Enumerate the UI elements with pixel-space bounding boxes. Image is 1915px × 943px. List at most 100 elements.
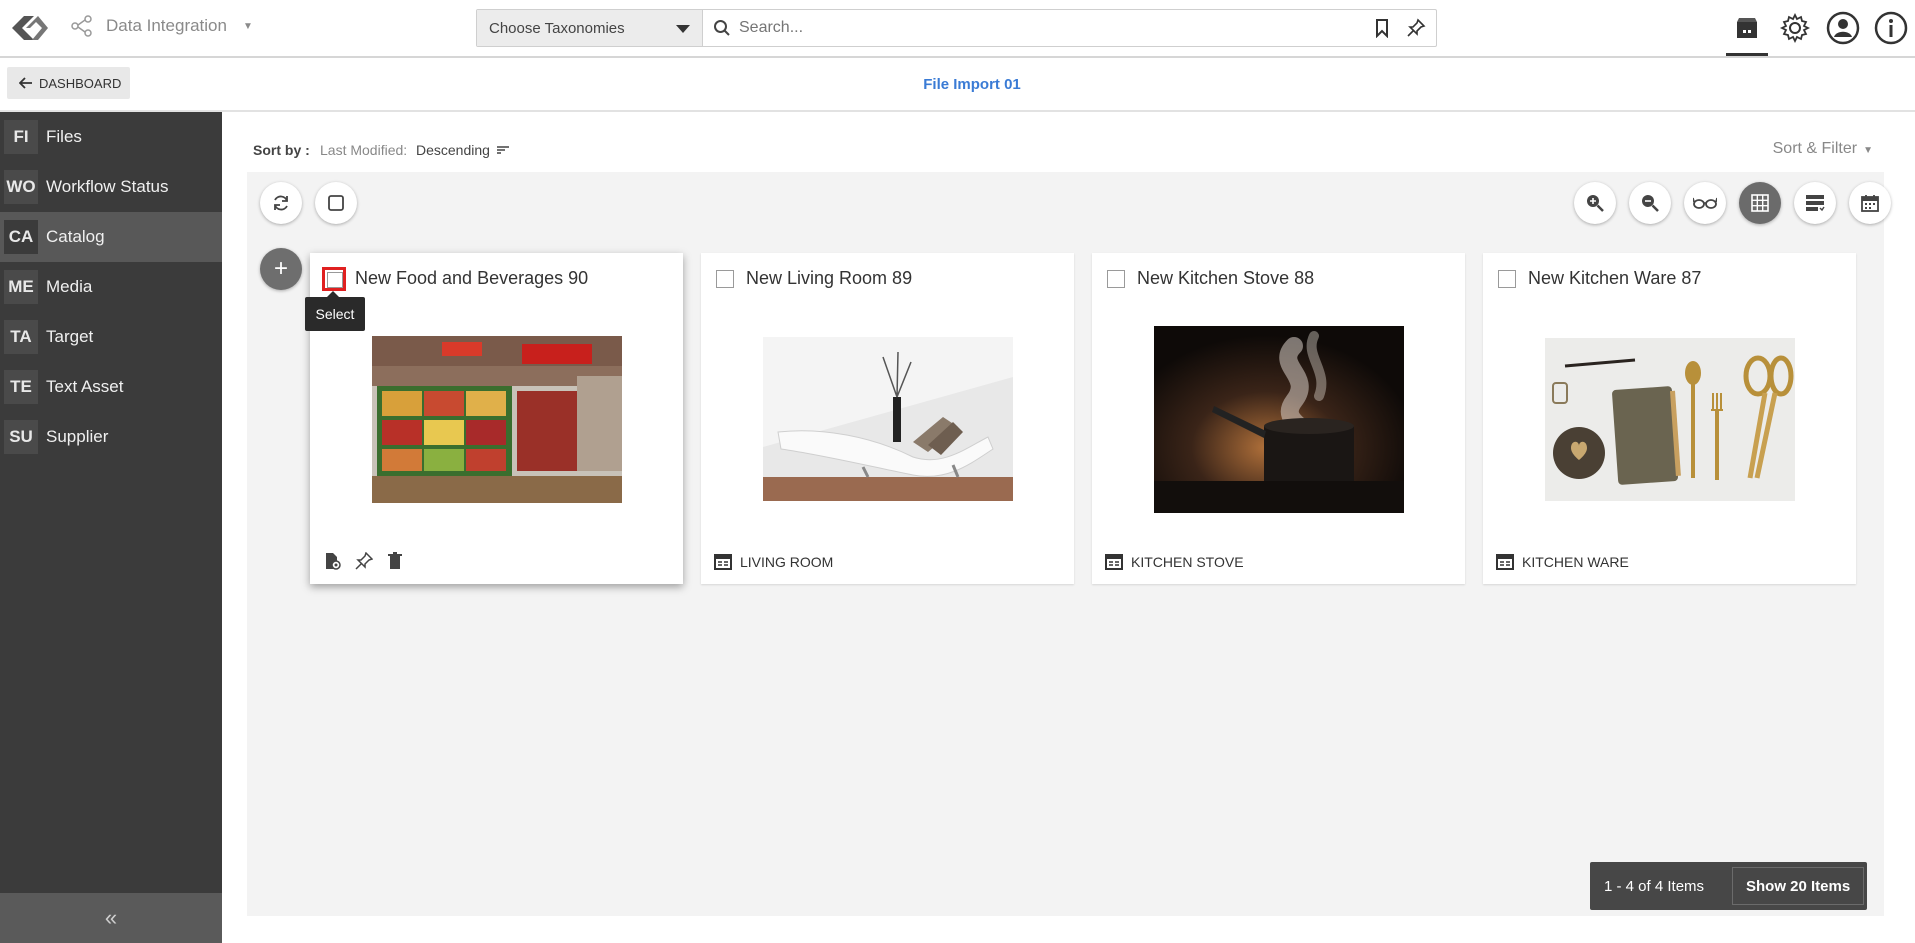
main-content: Sort by : Last Modified: Descending Sort… [234,124,1903,934]
card-select-checkbox[interactable] [1107,270,1125,288]
trash-icon[interactable] [387,552,403,570]
card-category: LIVING ROOM [714,554,833,570]
grid-view-icon [1751,194,1769,212]
card-title: New Food and Beverages 90 [355,268,589,288]
pin-icon[interactable] [1406,18,1426,38]
app-switcher[interactable]: Data Integration ▼ [70,14,253,38]
card-select-checkbox[interactable] [716,270,734,288]
steaming-pot-photo [1154,326,1404,513]
sidebar-item-abbr: SU [4,420,38,454]
sidebar-item-label: Workflow Status [46,177,169,196]
sort-field[interactable]: Last Modified: [320,142,407,158]
sidebar-item-label: Text Asset [46,377,124,396]
asset-card[interactable]: New Kitchen Ware 87 KITCHEN WARE [1483,253,1856,584]
user-profile-icon[interactable] [1819,0,1867,56]
file-properties-icon[interactable] [323,552,341,570]
item-count: 1 - 4 of 4 Items [1604,877,1705,895]
select-tooltip: Select [305,291,365,331]
show-items-button[interactable]: Show 20 Items [1732,867,1865,905]
zoom-out-icon [1642,195,1659,212]
add-item-button[interactable]: + [260,248,302,290]
catalog-item-icon [714,554,732,570]
chevron-down-icon: ▼ [242,20,253,32]
refresh-icon [274,195,288,211]
sort-bar: Sort by : Last Modified: Descending Sort… [234,124,1903,172]
sidebar-item-label: Media [46,277,93,296]
sidebar-item-abbr: TA [4,320,38,354]
card-title: New Kitchen Ware 87 [1528,268,1702,288]
sort-direction[interactable]: Descending [416,142,510,158]
sidebar-item-label: Catalog [46,227,105,246]
card-title: New Living Room 89 [746,268,913,288]
category-label: LIVING ROOM [740,554,834,570]
asset-grid: + New Food and Beverages 90 New Living R… [247,172,1891,916]
pagination: 1 - 4 of 4 Items Show 20 Items [1590,862,1867,910]
sort-filter-label: Sort & Filter [1772,140,1858,157]
integration-icon [71,15,92,37]
app-name: Data Integration [106,16,227,35]
sidebar-item-workflow-status[interactable]: WO Workflow Status [0,162,222,212]
app-logo-icon[interactable] [4,8,52,48]
chevron-down-icon: ▼ [1863,145,1873,156]
sidebar-item-label: Supplier [46,427,109,446]
refresh-button[interactable] [260,182,302,224]
top-bar: Data Integration ▼ Choose Taxonomies [0,0,1915,58]
catalog-item-icon [1496,554,1514,570]
list-view-icon [1806,195,1825,212]
sidebar-item-label: Target [46,327,94,346]
glasses-icon [1693,197,1717,209]
calendar-view-button[interactable] [1849,182,1891,224]
asset-card[interactable]: New Kitchen Stove 88 KITCHEN STOVE [1092,253,1465,584]
card-select-checkbox[interactable] [1498,270,1516,288]
asset-card[interactable]: New Food and Beverages 90 [310,253,683,584]
sidebar-item-abbr: WO [4,170,38,204]
pin-icon[interactable] [355,552,373,570]
sidebar-item-target[interactable]: TA Target [0,312,222,362]
sidebar-item-text-asset[interactable]: TE Text Asset [0,362,222,412]
select-all-button[interactable] [315,182,357,224]
preview-glasses-button[interactable] [1684,182,1726,224]
collapse-sidebar-button[interactable]: « [0,893,222,943]
search-input[interactable] [739,19,1339,37]
grid-view-button[interactable] [1739,182,1781,224]
sort-by-label: Sort by : [253,142,310,158]
card-category: KITCHEN STOVE [1105,554,1244,570]
search-bar: Choose Taxonomies [476,9,1437,47]
sidebar: FI Files WO Workflow Status CA Catalog M… [0,112,222,943]
sidebar-item-catalog[interactable]: CA Catalog [0,212,222,262]
dropdown-caret-icon [676,25,690,33]
asset-card[interactable]: New Living Room 89 LIVING ROOM [701,253,1074,584]
catalog-item-icon [1105,554,1123,570]
taxonomy-select-label: Choose Taxonomies [489,19,625,37]
category-label: KITCHEN STOVE [1131,554,1244,570]
card-select-checkbox[interactable] [322,267,346,291]
sidebar-item-supplier[interactable]: SU Supplier [0,412,222,462]
plus-icon: + [273,255,288,282]
gold-utensils-photo [1545,338,1795,501]
sort-filter-toggle[interactable]: Sort & Filter ▼ [1773,140,1873,158]
catalog-box-icon[interactable] [1723,0,1771,56]
double-chevron-left-icon: « [104,905,118,930]
zoom-out-button[interactable] [1629,182,1671,224]
sidebar-item-files[interactable]: FI Files [0,112,222,162]
list-view-button[interactable] [1794,182,1836,224]
sidebar-item-media[interactable]: ME Media [0,262,222,312]
gear-icon[interactable] [1771,0,1819,56]
zoom-in-icon [1587,195,1604,212]
category-label: KITCHEN WARE [1522,554,1629,570]
search-field [703,10,1436,46]
sidebar-item-abbr: TE [4,370,38,404]
bookmark-icon[interactable] [1374,18,1390,38]
sidebar-item-abbr: CA [4,220,38,254]
sort-direction-label: Descending [416,142,490,158]
square-checkbox-icon [328,195,344,211]
white-chaise-lounge-photo [763,337,1013,501]
taxonomy-select[interactable]: Choose Taxonomies [477,10,703,46]
grocery-produce-photo [372,336,622,503]
sidebar-item-label: Files [46,127,82,146]
sidebar-item-abbr: FI [4,120,38,154]
info-icon[interactable] [1867,0,1915,56]
search-icon [714,20,730,36]
page-title: File Import 01 [923,76,1021,93]
zoom-in-button[interactable] [1574,182,1616,224]
